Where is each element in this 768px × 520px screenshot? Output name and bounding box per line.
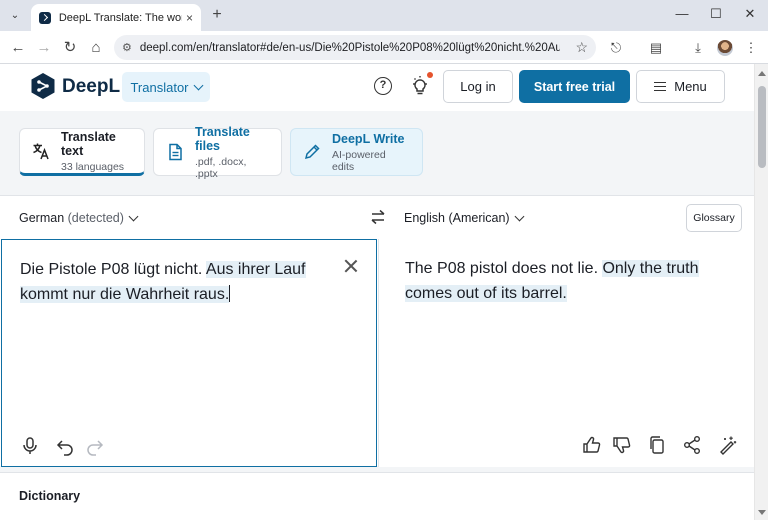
target-text-plain: The P08 pistol does not lie.	[405, 260, 603, 277]
improve-writing-icon[interactable]	[717, 435, 737, 455]
address-bar[interactable]: ⚙ deepl.com/en/translator#de/en-us/Die%2…	[114, 35, 596, 60]
tab-title: DeepL Translate: The world's most accura…	[58, 11, 182, 24]
login-button[interactable]: Log in	[443, 70, 513, 103]
reload-icon[interactable]: ↻	[60, 38, 80, 58]
source-text-plain: Die Pistole P08 lügt nicht.	[20, 261, 206, 278]
glossary-button[interactable]: Glossary	[686, 204, 742, 232]
reading-list-icon[interactable]: ▤	[646, 38, 666, 58]
browser-menu-icon[interactable]: ⋮	[741, 38, 761, 58]
browser-toolbar: ← → ↻ ⌂ ⚙ deepl.com/en/translator#de/en-…	[0, 31, 768, 64]
target-text-area[interactable]: The P08 pistol does not lie. Only the tr…	[378, 239, 754, 467]
notification-dot	[427, 72, 433, 78]
page-scrollbar[interactable]	[754, 64, 768, 520]
scroll-up-arrow-icon[interactable]	[758, 71, 766, 76]
source-text-highlight-2: kommt nur die Wahrheit raus.	[20, 285, 230, 303]
back-arrow-icon[interactable]: ←	[8, 38, 28, 58]
mode-subtitle: 33 languages	[61, 160, 125, 173]
source-text-highlight-1: Aus ihrer Lauf	[205, 261, 306, 278]
source-language: German	[19, 211, 65, 225]
new-tab-button[interactable]: +	[207, 5, 227, 25]
deepl-logo-icon[interactable]	[30, 72, 56, 100]
dictionary-section: Dictionary	[0, 472, 754, 520]
target-text[interactable]: The P08 pistol does not lie. Only the tr…	[405, 257, 705, 306]
tab-close-button[interactable]: ×	[186, 11, 193, 25]
deepl-logo-text[interactable]: DeepL	[62, 76, 120, 98]
start-trial-button[interactable]: Start free trial	[519, 70, 630, 103]
chevron-down-icon	[128, 211, 139, 221]
source-text-area[interactable]: Die Pistole P08 lügt nicht. Aus ihrer La…	[1, 239, 377, 467]
minimize-button[interactable]: —	[672, 6, 692, 21]
scrollbar-thumb[interactable]	[758, 86, 766, 168]
source-text[interactable]: Die Pistole P08 lügt nicht. Aus ihrer La…	[20, 258, 320, 307]
close-window-button[interactable]: ✕	[740, 6, 760, 22]
extensions-icon[interactable]: ⎋	[606, 38, 626, 58]
mode-title: Translate text	[61, 129, 116, 158]
download-icon[interactable]: ⤓	[688, 38, 708, 58]
site-settings-icon[interactable]: ⚙	[122, 41, 132, 54]
redo-icon[interactable]	[85, 436, 105, 456]
browser-tabstrip: ⌄ DeepL Translate: The world's most accu…	[0, 0, 768, 31]
tab-search-chevron-icon[interactable]: ⌄	[5, 5, 25, 25]
mode-title: Translate files	[195, 124, 250, 153]
mode-deepl-write[interactable]: DeepL Write AI-powered edits	[290, 128, 423, 176]
deepl-favicon-icon	[39, 11, 51, 24]
lightbulb-icon[interactable]	[410, 75, 430, 97]
translate-icon	[33, 143, 49, 160]
mode-translate-text[interactable]: Translate text 33 languages	[19, 128, 145, 176]
pen-icon	[304, 144, 320, 160]
mode-subtitle: .pdf, .docx, .pptx	[195, 155, 247, 180]
help-icon[interactable]: ?	[374, 77, 392, 95]
mode-translate-files[interactable]: Translate files .pdf, .docx, .pptx	[153, 124, 282, 180]
bookmark-star-icon[interactable]: ☆	[575, 39, 588, 56]
chevron-down-icon	[193, 80, 203, 90]
profile-avatar[interactable]	[717, 40, 733, 56]
text-cursor	[229, 284, 231, 302]
mode-subtitle: AI-powered edits	[332, 148, 386, 173]
menu-button[interactable]: Menu	[636, 70, 725, 103]
translator-panel: German (detected) English (American) Glo…	[0, 195, 754, 467]
file-icon	[169, 143, 182, 161]
url-text[interactable]: deepl.com/en/translator#de/en-us/Die%20P…	[140, 42, 560, 54]
share-icon[interactable]	[682, 435, 702, 455]
home-icon[interactable]: ⌂	[86, 38, 106, 58]
scroll-down-arrow-icon[interactable]	[758, 510, 766, 515]
translator-dropdown[interactable]: Translator	[122, 72, 210, 102]
clear-text-icon[interactable]	[344, 259, 358, 273]
undo-icon[interactable]	[55, 436, 75, 456]
source-language-selector[interactable]: German (detected)	[19, 211, 139, 225]
hamburger-icon	[654, 82, 667, 91]
target-language: English (American)	[404, 211, 510, 225]
target-text-highlight-2: comes out of its barrel.	[405, 284, 567, 302]
mode-title: DeepL Write	[332, 131, 405, 146]
target-text-highlight-1: Only the truth	[602, 260, 699, 277]
site-header: DeepL Translator ? Log in Start free tri…	[0, 64, 754, 111]
chevron-down-icon	[514, 211, 525, 221]
thumbs-up-icon[interactable]	[582, 435, 602, 455]
maximize-button[interactable]: ☐	[706, 6, 726, 22]
swap-languages-icon[interactable]	[369, 208, 387, 226]
detected-label: (detected)	[67, 211, 124, 225]
thumbs-down-icon[interactable]	[612, 435, 632, 455]
dictionary-title: Dictionary	[19, 489, 81, 503]
translator-dropdown-label: Translator	[130, 79, 189, 95]
browser-tab-deepl[interactable]: DeepL Translate: The world's most accura…	[31, 4, 201, 31]
microphone-icon[interactable]	[20, 436, 40, 456]
menu-label: Menu	[674, 79, 707, 94]
copy-icon[interactable]	[647, 435, 667, 455]
target-language-selector[interactable]: English (American)	[404, 211, 525, 225]
forward-arrow-icon[interactable]: →	[34, 38, 54, 58]
